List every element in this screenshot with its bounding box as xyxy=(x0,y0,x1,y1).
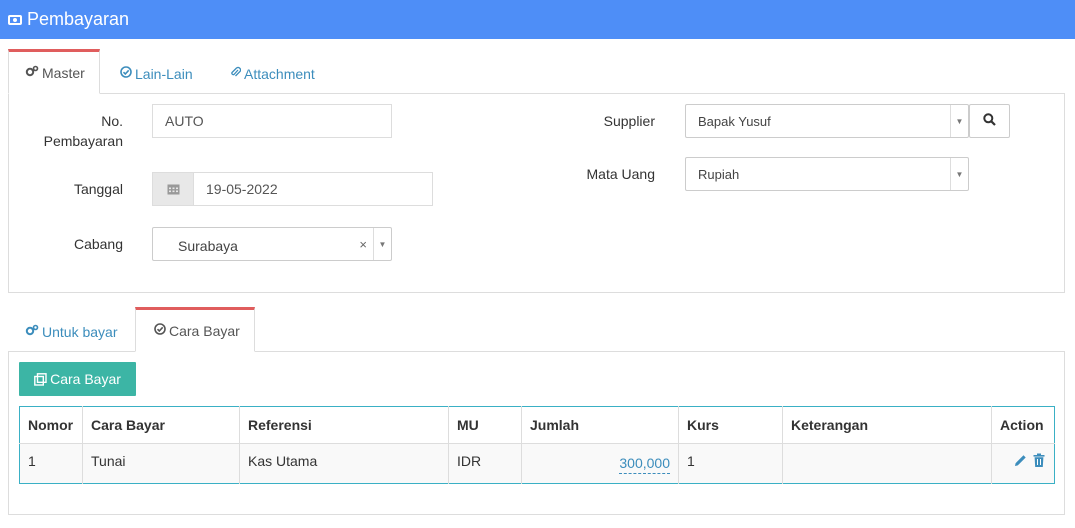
money-icon xyxy=(8,14,22,25)
paperclip-icon xyxy=(230,66,242,81)
no-pembayaran-label: No. Pembayaran xyxy=(43,113,123,149)
tab-cara-bayar[interactable]: Cara Bayar xyxy=(135,307,255,352)
tanggal-label: Tanggal xyxy=(73,181,123,197)
col-cara-bayar: Cara Bayar xyxy=(82,406,240,444)
add-cara-bayar-button[interactable]: Cara Bayar xyxy=(19,362,136,396)
supplier-label: Supplier xyxy=(603,113,655,129)
cell-referensi: Kas Utama xyxy=(239,443,449,484)
mata-uang-select[interactable]: Rupiah ▼ xyxy=(685,157,969,191)
cogs-icon xyxy=(25,324,39,339)
clear-icon[interactable]: × xyxy=(359,228,367,260)
tab-label: Lain-Lain xyxy=(135,65,193,82)
chevron-down-icon[interactable]: ▼ xyxy=(373,228,391,260)
cell-action xyxy=(991,443,1055,484)
tab-master[interactable]: Master xyxy=(8,49,100,94)
col-action: Action xyxy=(991,406,1055,444)
cogs-icon xyxy=(25,65,39,80)
edit-icon[interactable] xyxy=(1013,453,1028,471)
check-circle-icon xyxy=(120,66,132,81)
supplier-search-button[interactable] xyxy=(969,104,1010,138)
no-pembayaran-input[interactable]: AUTO xyxy=(152,104,392,138)
cell-nomor: 1 xyxy=(19,443,83,484)
tab-label: Untuk bayar xyxy=(42,323,118,340)
table-row: 1 Tunai Kas Utama IDR 300,000 1 xyxy=(19,443,1055,484)
cell-keterangan xyxy=(782,443,992,484)
tab-attachment[interactable]: Attachment xyxy=(230,51,315,96)
tab-label: Attachment xyxy=(244,65,315,82)
col-kurs: Kurs xyxy=(678,406,783,444)
cara-bayar-table: Nomor Cara Bayar Referensi MU Jumlah Kur… xyxy=(19,406,1055,484)
tab-label: Cara Bayar xyxy=(169,322,240,339)
mata-uang-label: Mata Uang xyxy=(586,166,655,182)
cell-cara-bayar: Tunai xyxy=(82,443,240,484)
col-mu: MU xyxy=(448,406,522,444)
check-circle-icon xyxy=(154,323,166,338)
tanggal-input[interactable]: 19-05-2022 xyxy=(193,172,433,206)
tab-lain-lain[interactable]: Lain-Lain xyxy=(120,51,193,96)
table-header-row: Nomor Cara Bayar Referensi MU Jumlah Kur… xyxy=(19,406,1055,444)
chevron-down-icon[interactable]: ▼ xyxy=(950,158,968,190)
trash-icon[interactable] xyxy=(1032,453,1046,471)
chevron-down-icon[interactable]: ▼ xyxy=(950,105,968,137)
col-referensi: Referensi xyxy=(239,406,449,444)
tab-label: Master xyxy=(42,64,85,81)
cell-kurs: 1 xyxy=(678,443,783,484)
supplier-select[interactable]: Bapak Yusuf ▼ xyxy=(685,104,969,138)
copy-icon xyxy=(34,372,47,386)
page-header: Pembayaran xyxy=(0,0,1075,39)
page-title: Pembayaran xyxy=(27,9,130,29)
col-keterangan: Keterangan xyxy=(782,406,992,444)
search-icon xyxy=(983,113,996,129)
cabang-select[interactable]: Surabaya × ▼ xyxy=(152,227,392,261)
cabang-label: Cabang xyxy=(73,236,123,252)
col-nomor: Nomor xyxy=(19,406,83,444)
col-jumlah: Jumlah xyxy=(521,406,679,444)
cell-jumlah: 300,000 xyxy=(521,443,679,484)
jumlah-editable[interactable]: 300,000 xyxy=(619,455,670,474)
cell-mu: IDR xyxy=(448,443,522,484)
tab-untuk-bayar[interactable]: Untuk bayar xyxy=(25,309,117,354)
calendar-icon[interactable] xyxy=(152,172,194,206)
